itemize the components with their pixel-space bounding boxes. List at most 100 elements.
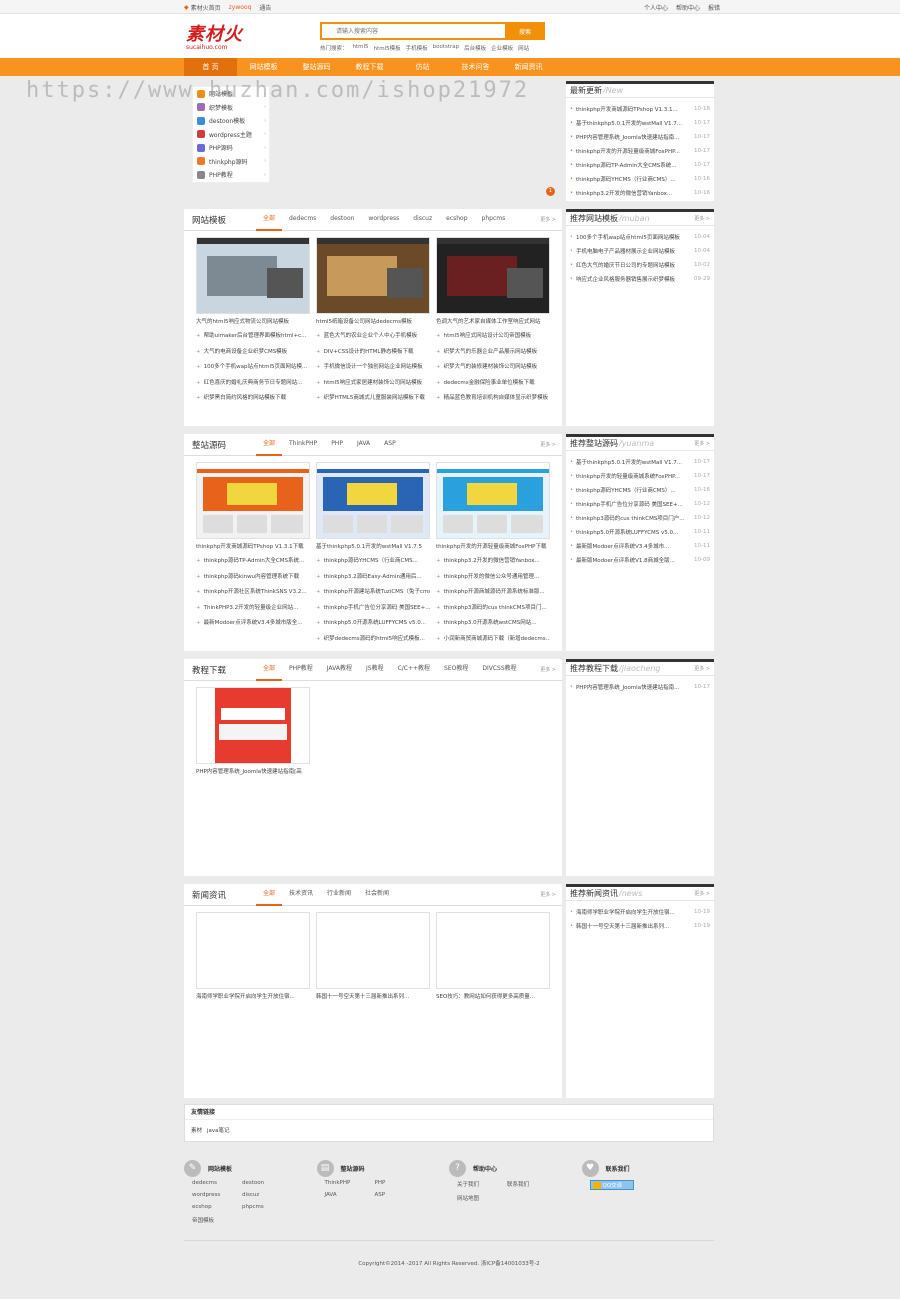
- section-tab[interactable]: ecshop: [439, 208, 474, 231]
- list-item[interactable]: + 织梦大气的乐器企业产品展示网站模板: [436, 345, 550, 361]
- card-caption[interactable]: 基于thinkphp5.0.1开发的wstMall V1.7.5: [316, 542, 430, 550]
- list-item[interactable]: + 帮助uimaker后台管理界面模板html+c...: [196, 329, 310, 345]
- card-image[interactable]: [196, 912, 310, 989]
- list-item[interactable]: + thinkphp3.0开源系统wstCMS网站...: [436, 616, 550, 632]
- list-item[interactable]: • thinkphp源码YHCMS（行业商CMS）... 10-16: [570, 483, 710, 497]
- list-item[interactable]: + 织梦大气的装修建材装饰公司网站模板: [436, 360, 550, 376]
- nav-item[interactable]: 仿站: [396, 58, 449, 76]
- list-item[interactable]: + 手机微信设计一个独创网站企业网站模板: [316, 360, 430, 376]
- search-input[interactable]: [320, 22, 505, 40]
- more-link[interactable]: 更多 >: [694, 215, 710, 222]
- category-item[interactable]: destoon模板 ›: [193, 114, 269, 128]
- list-item[interactable]: + thinkphp源码TP-Admin大全CMS系统...: [196, 554, 310, 570]
- section-tab[interactable]: DIVCSS教程: [475, 658, 523, 681]
- more-link[interactable]: 更多 >: [540, 216, 556, 223]
- item-title[interactable]: thinkphp3.2源码Easy-Admin通用后...: [324, 574, 422, 580]
- list-item[interactable]: + thinkphp开源社区系统ThinkSNS V3.2...: [196, 585, 310, 601]
- item-title[interactable]: 100多个手机wap站点html5页面网站模...: [204, 364, 308, 370]
- hot-word[interactable]: 企业模板: [491, 44, 513, 52]
- card-image[interactable]: [196, 237, 310, 314]
- footer-link[interactable]: 帝国模板: [192, 1216, 242, 1224]
- item-title[interactable]: 织梦dedecms源码的html5响应式模板...: [324, 636, 425, 642]
- section-tab[interactable]: 全部: [256, 208, 283, 231]
- content-card[interactable]: 基于thinkphp5.0.1开发的wstMall V1.7.5: [316, 462, 430, 550]
- item-title[interactable]: 织梦HTML5商城式儿童服装网站模板下载: [324, 395, 425, 401]
- section-tab[interactable]: PHP教程: [282, 658, 320, 681]
- card-caption[interactable]: 色调大气的艺术家自媒体工作室响应式网站: [436, 317, 550, 325]
- item-title[interactable]: 帮助uimaker后台管理界面模板html+c...: [204, 333, 307, 339]
- card-image[interactable]: [196, 462, 310, 539]
- more-link[interactable]: 更多 >: [694, 440, 710, 447]
- list-item[interactable]: + thinkphp源码kinwu内容管理系统下载: [196, 570, 310, 586]
- list-item[interactable]: + thinkphp手机广告位分享源码 美国SEE+...: [316, 601, 430, 617]
- site-logo[interactable]: 素材火 sucaihuo.com: [186, 20, 282, 54]
- section-tab[interactable]: JAVA教程: [320, 658, 359, 681]
- more-link[interactable]: 更多 >: [694, 665, 710, 672]
- item-title[interactable]: 韩国十一号空天第十三届新推出系列...: [576, 922, 691, 930]
- card-caption[interactable]: html5纸箱设备公司网站dedecms模板: [316, 317, 430, 325]
- list-item[interactable]: • PHP内容管理系统_Joomla快速建站指南... 10-17: [570, 130, 710, 144]
- item-title[interactable]: thinkphp开发的开源轻量级商城FoxPHP...: [576, 147, 691, 155]
- hot-word[interactable]: bootstrap: [433, 44, 460, 52]
- item-title[interactable]: PHP内容管理系统_Joomla快速建站指南...: [576, 133, 691, 141]
- card-caption[interactable]: PHP内容管理系统_Joomla快速建站指南[高: [196, 767, 310, 775]
- footer-link[interactable]: ecshop: [192, 1204, 242, 1210]
- footer-link[interactable]: PHP: [375, 1180, 425, 1186]
- item-title[interactable]: 蓝色大气的农业企业个人中心手机模板: [324, 333, 418, 339]
- fav-link[interactable]: 素材火首页: [191, 3, 221, 12]
- list-item[interactable]: • 基于thinkphp5.0.1开发的wstMall V1.7... 10-17: [570, 116, 710, 130]
- hot-word[interactable]: html5模板: [374, 44, 401, 52]
- item-title[interactable]: 红色喜庆的婚礼庆典商务节日专题网站...: [204, 380, 303, 386]
- item-title[interactable]: thinkphp开发商城源码TPshop V1.3.1...: [576, 105, 691, 113]
- item-title[interactable]: thinkphp3源码的cus thinkCMS项目门...: [444, 605, 547, 611]
- section-tab[interactable]: ThinkPHP: [282, 433, 324, 456]
- card-caption[interactable]: 海南师学职业学院开启向学生开放住宿...: [196, 992, 310, 1000]
- item-title[interactable]: html5响应式网站设计公司帝国模板: [444, 333, 532, 339]
- item-title[interactable]: 最新版Modoer点评系统V3.4多城市...: [576, 542, 691, 550]
- card-caption[interactable]: 韩国十一号空天第十三届新推出系列...: [316, 992, 430, 1000]
- section-tab[interactable]: 全部: [256, 658, 283, 681]
- category-item[interactable]: PHP教程 ›: [193, 168, 269, 182]
- list-item[interactable]: + 大气的电商设备企业织梦CMS模板: [196, 345, 310, 361]
- list-item[interactable]: • thinkphp3.2开发的微信营销Yanbox... 10-16: [570, 186, 710, 200]
- item-title[interactable]: thinkphp3.2开发的微信营销Yanbox...: [576, 189, 691, 197]
- section-tab[interactable]: wordpress: [361, 208, 406, 231]
- item-title[interactable]: dedecms金融保险事业单位模板下载: [444, 380, 535, 386]
- list-item[interactable]: • 韩国十一号空天第十三届新推出系列... 10-19: [570, 919, 710, 933]
- hot-word[interactable]: 后台模板: [464, 44, 486, 52]
- list-item[interactable]: + dedecms金融保险事业单位模板下载: [436, 376, 550, 392]
- search-button[interactable]: 搜索: [505, 22, 545, 40]
- item-title[interactable]: 响应式企业风格服务器销售展示织梦模板: [576, 275, 691, 283]
- item-title[interactable]: 织梦大气的装修建材装饰公司网站模板: [444, 364, 538, 370]
- card-caption[interactable]: thinkphp开发商城源码TPshop V1.3.1下载: [196, 542, 310, 550]
- list-item[interactable]: + DIV+CSS设计的HTML静态模板下载: [316, 345, 430, 361]
- footer-link[interactable]: 网站地图: [457, 1194, 507, 1202]
- content-card[interactable]: html5纸箱设备公司网站dedecms模板: [316, 237, 430, 325]
- card-image[interactable]: [436, 912, 550, 989]
- list-item[interactable]: • thinkphp3源码的cus thinkCMS项目门户... 10-12: [570, 511, 710, 525]
- item-title[interactable]: thinkphp开发的微信公众号通用管理...: [444, 574, 540, 580]
- item-title[interactable]: 手机电脑电子产品器材展示企业网站模板: [576, 247, 691, 255]
- friend-link[interactable]: java笔记: [207, 1126, 230, 1134]
- nav-item[interactable]: 技术问答: [449, 58, 502, 76]
- list-item[interactable]: + 蓝色大气的农业企业个人中心手机模板: [316, 329, 430, 345]
- item-title[interactable]: thinkphp源码YHCMS（行业商CMS）...: [576, 175, 691, 183]
- footer-link[interactable]: dedecms: [192, 1180, 242, 1186]
- item-title[interactable]: thinkphp3源码的cus thinkCMS项目门户...: [576, 514, 691, 522]
- card-image[interactable]: [436, 237, 550, 314]
- section-tab[interactable]: SEO教程: [437, 658, 475, 681]
- list-item[interactable]: + 织梦dedecms源码的html5响应式模板...: [316, 632, 430, 648]
- item-title[interactable]: 大气的电商设备企业织梦CMS模板: [204, 349, 288, 355]
- footer-link[interactable]: discuz: [242, 1192, 292, 1198]
- footer-link[interactable]: 联系我们: [507, 1180, 557, 1188]
- qq-chat-button[interactable]: QQ交谈: [589, 1180, 634, 1190]
- item-title[interactable]: 精品蓝色教育培训机构自媒体显示织梦模板: [444, 395, 549, 401]
- list-item[interactable]: • thinkphp手机广告位分享源码 美国SEE+... 10-12: [570, 497, 710, 511]
- item-title[interactable]: html5响应式家居建材装饰公司网站模板: [324, 380, 423, 386]
- section-tab[interactable]: 技术资讯: [282, 883, 320, 906]
- list-item[interactable]: • 海南师学职业学院开启向学生开放住宿... 10-19: [570, 905, 710, 919]
- section-tab[interactable]: 行业新闻: [320, 883, 358, 906]
- item-title[interactable]: thinkphp3.0开源系统wstCMS网站...: [444, 620, 537, 626]
- item-title[interactable]: ThinkPHP3.2开发的轻量级企业网站...: [204, 605, 299, 611]
- item-title[interactable]: 红色大气的婚庆节日公司的专题网站模板: [576, 261, 691, 269]
